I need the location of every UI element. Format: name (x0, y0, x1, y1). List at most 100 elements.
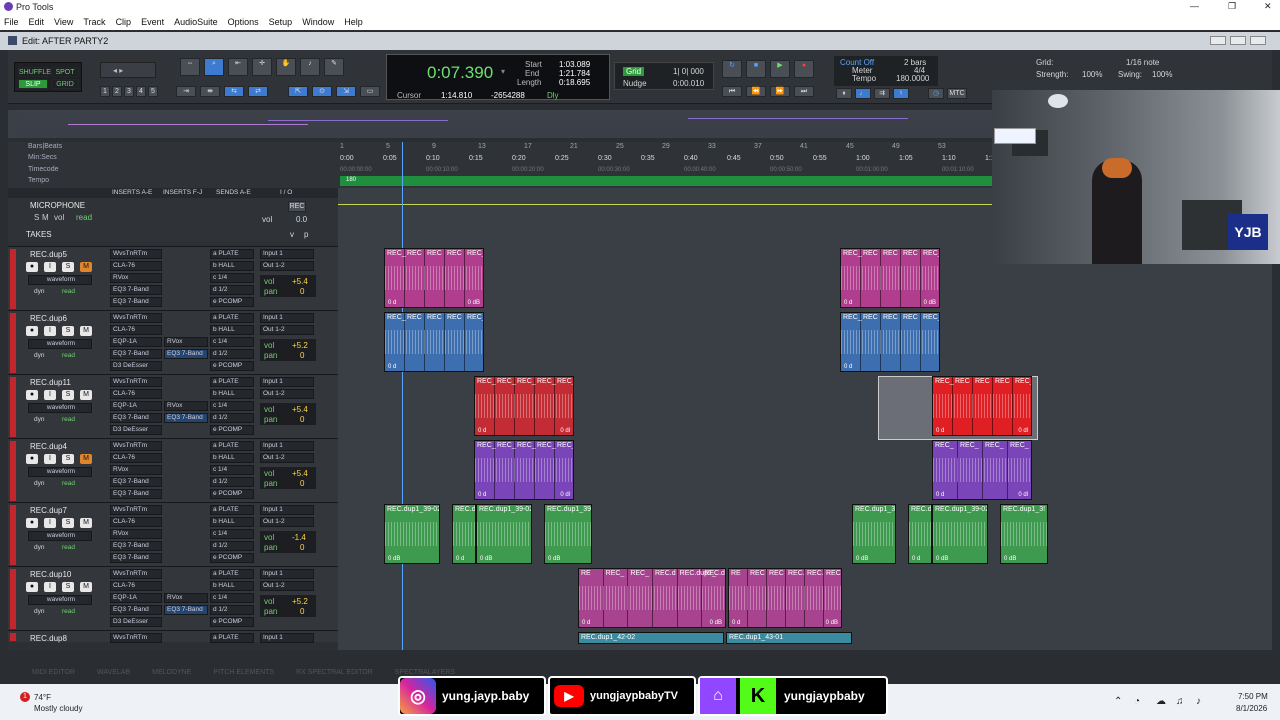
track-name[interactable]: REC.dup4 (30, 442, 67, 451)
input-selector[interactable]: Input 1 (260, 313, 314, 323)
scrubber-tool-icon[interactable]: ♪ (300, 58, 320, 76)
send-slot[interactable]: a PLATE (210, 313, 254, 323)
vol-value[interactable]: +5.2 (292, 597, 308, 606)
audio-clip[interactable]: REC.d 0 d (908, 504, 932, 564)
clip-segment[interactable]: REC.dup1_43-01 (727, 633, 851, 643)
insert-slot-fj[interactable]: RVox (164, 401, 208, 411)
send-slot[interactable]: c 1/4 (210, 401, 254, 411)
insert-slot[interactable]: EQ3 7-Band (110, 413, 162, 423)
tab-to-transient-icon[interactable]: ⇥ (176, 86, 196, 97)
audio-clip[interactable]: REC.dup1_3! 0 dB (852, 504, 896, 564)
edit-close-button[interactable] (1250, 36, 1266, 45)
clip-gain-right[interactable]: 0 dB (468, 300, 480, 306)
audio-clip[interactable]: REC.dup1_39-02 0 dB (932, 504, 988, 564)
send-slot[interactable]: c 1/4 (210, 529, 254, 539)
view-selector[interactable]: waveform (28, 595, 92, 605)
send-slot[interactable]: e PCOMP (210, 297, 254, 307)
vol-value[interactable]: +5.4 (292, 277, 308, 286)
tab-spectralayers[interactable]: SPECTRALAYERS (395, 669, 455, 676)
audio-clip[interactable]: REREC_REC_REC.dREC.dup1_REC.du0 d0 dB (578, 568, 726, 628)
solo-button[interactable]: S (62, 582, 74, 592)
tray-chevron-icon[interactable]: ⌃ (1114, 696, 1122, 707)
send-slot[interactable]: a PLATE (210, 505, 254, 515)
output-selector[interactable]: Out 1-2 (260, 517, 314, 527)
record-enable-button[interactable]: ● (26, 582, 38, 592)
vol-value[interactable]: 0.0 (296, 215, 307, 224)
view-v-button[interactable]: v (290, 230, 294, 239)
clip-gain-left[interactable]: 0 d (844, 364, 852, 370)
end-value[interactable]: 1:21.784 (559, 69, 590, 78)
send-slot[interactable]: a PLATE (210, 569, 254, 579)
insert-slot-fj[interactable]: EQ3 7-Band (164, 605, 208, 615)
insert-slot[interactable]: WvsTnRTm (110, 249, 162, 259)
insert-slot[interactable]: CLA-76 (110, 325, 162, 335)
track-name[interactable]: REC.dup7 (30, 506, 67, 515)
send-slot[interactable]: a PLATE (210, 249, 254, 259)
trim-tool-icon[interactable]: ⇤ (228, 58, 248, 76)
input-monitor-button[interactable]: I (44, 262, 56, 272)
audio-clip[interactable]: REC.dup1_43-01 (726, 632, 852, 644)
automation-mode[interactable]: read (62, 416, 75, 423)
menu-audiosuite[interactable]: AudioSuite (174, 17, 218, 27)
view-selector[interactable]: waveform (28, 467, 92, 477)
insert-slot[interactable]: WvsTnRTm (110, 377, 162, 387)
audio-clip[interactable]: REC_ REC_ REC_ REC_ REC_ 0 d0 dl (474, 376, 574, 436)
tempo-ruler[interactable]: 180 (340, 176, 1000, 186)
insert-slot[interactable]: EQ3 7-Band (110, 285, 162, 295)
insert-slot-fj[interactable]: EQ3 7-Band (164, 413, 208, 423)
menu-edit[interactable]: Edit (29, 17, 45, 27)
insert-slot[interactable]: EQ3 7-Band (110, 349, 162, 359)
audio-clip[interactable]: RERECRECREC.REC.REC.d0 d0 dB (728, 568, 842, 628)
slip-mode-button[interactable]: SLIP (18, 79, 48, 89)
mute-button[interactable]: M (80, 582, 92, 592)
edit-restore-button[interactable] (1230, 36, 1246, 45)
zoom-controls[interactable]: ◂ ▸ (100, 62, 156, 78)
mute-button[interactable]: M (42, 213, 49, 222)
record-enable-button[interactable]: ● (26, 326, 38, 336)
clip-gain-right[interactable]: 0 dl (560, 428, 570, 434)
vol-value[interactable]: +5.4 (292, 405, 308, 414)
output-selector[interactable]: Out 1-2 (260, 389, 314, 399)
send-slot[interactable]: a PLATE (210, 441, 254, 451)
clip-gain-right[interactable]: 0 dl (1018, 428, 1028, 434)
zoomer-tool-icon[interactable]: ⇔ (180, 58, 200, 76)
view-p-button[interactable]: p (304, 230, 308, 239)
clip-gain-left[interactable]: 0 d (936, 428, 944, 434)
send-slot[interactable]: a PLATE (210, 633, 254, 643)
send-slot[interactable]: b HALL (210, 517, 254, 527)
insert-slot-fj[interactable]: RVox (164, 337, 208, 347)
insert-slot[interactable]: CLA-76 (110, 581, 162, 591)
tab-melodyne[interactable]: MELODYNE (152, 669, 191, 676)
input-selector[interactable]: Input 1 (260, 569, 314, 579)
clip-gain-left[interactable]: 0 dB (936, 556, 948, 562)
insertion-follows-icon[interactable]: ⇱ (288, 86, 308, 97)
counter-dropdown-icon[interactable]: ▾ (501, 67, 505, 76)
send-slot[interactable]: d 1/2 (210, 477, 254, 487)
view-selector[interactable]: waveform (28, 403, 92, 413)
insert-slot[interactable]: EQ3 7-Band (110, 297, 162, 307)
solo-button[interactable]: S (62, 326, 74, 336)
input-selector[interactable]: Input 1 (260, 249, 314, 259)
wait-for-note-icon[interactable]: ⏸ (836, 88, 852, 99)
clip-gain-left[interactable]: 0 d (456, 556, 464, 562)
pan-value[interactable]: 0 (300, 543, 304, 552)
menu-window[interactable]: Window (302, 17, 334, 27)
audio-clip[interactable]: REC_RECRECRECREC_10 d (384, 312, 484, 372)
send-slot[interactable]: b HALL (210, 261, 254, 271)
insert-slot[interactable]: CLA-76 (110, 453, 162, 463)
view-selector[interactable]: waveform (28, 275, 92, 285)
output-selector[interactable]: Out 1-2 (260, 261, 314, 271)
fast-forward-icon[interactable]: ⏩ (770, 86, 790, 97)
vol-value[interactable]: +5.2 (292, 341, 308, 350)
track-name[interactable]: REC.dup8 (30, 634, 67, 643)
send-slot[interactable]: c 1/4 (210, 337, 254, 347)
send-slot[interactable]: d 1/2 (210, 285, 254, 295)
mirror-midi-icon[interactable]: ⊙ (312, 86, 332, 97)
zoom-preset-3[interactable]: 3 (124, 86, 134, 97)
insert-slot[interactable]: WvsTnRTm (110, 313, 162, 323)
tab-midi-editor[interactable]: MIDI EDITOR (32, 669, 75, 676)
conductor-icon[interactable]: ♮ (893, 88, 909, 99)
clip-segment[interactable]: REC.dup1_42-02 (579, 633, 723, 643)
input-selector[interactable]: Input 1 (260, 505, 314, 515)
track-name[interactable]: REC.dup10 (30, 570, 71, 579)
